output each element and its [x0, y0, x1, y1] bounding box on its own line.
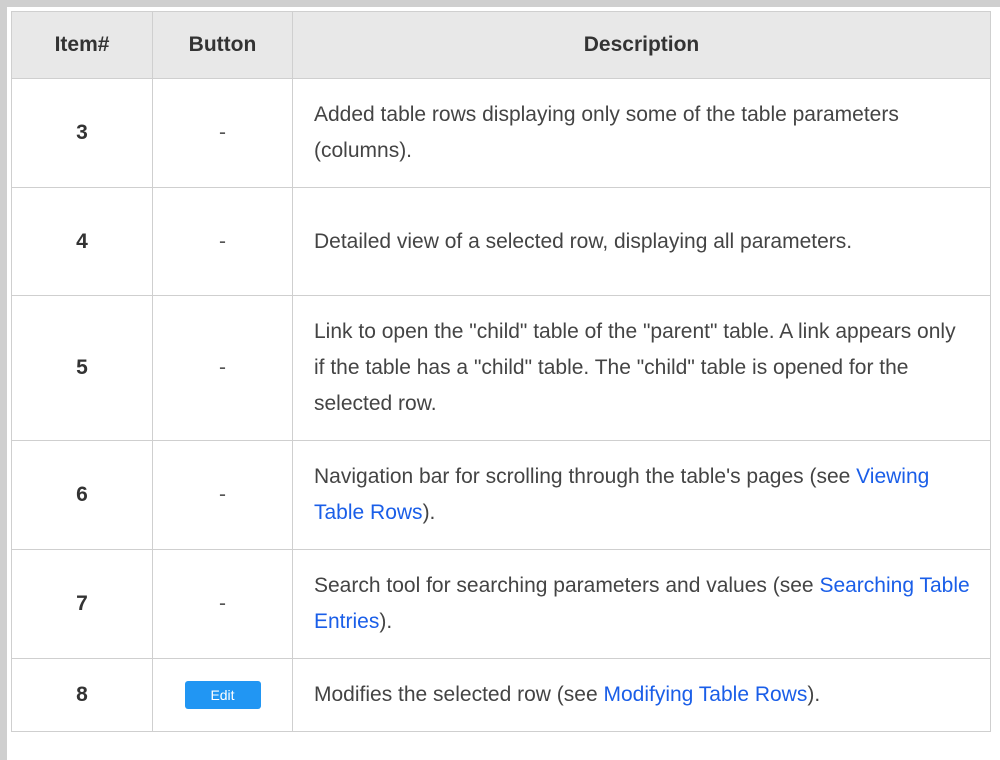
description-text-end: ). — [807, 683, 821, 706]
items-table: Item# Button Description 3 - Added table… — [11, 11, 991, 732]
button-cell: - — [152, 78, 293, 188]
table-row: 8 Edit Modifies the selected row (see Mo… — [11, 658, 991, 732]
description-text: Modifies the selected row (see — [314, 683, 604, 706]
item-number: 7 — [11, 549, 153, 659]
table-row: 4 - Detailed view of a selected row, dis… — [11, 187, 991, 296]
header-item: Item# — [11, 11, 153, 79]
description-cell: Search tool for searching parameters and… — [292, 549, 991, 659]
description-cell: Modifies the selected row (see Modifying… — [292, 658, 991, 732]
edit-button[interactable]: Edit — [184, 681, 261, 710]
header-description: Description — [292, 11, 991, 79]
table-row: 7 - Search tool for searching parameters… — [11, 549, 991, 659]
button-cell: - — [152, 440, 293, 550]
table-header-row: Item# Button Description — [11, 11, 991, 79]
description-text: Navigation bar for scrolling through the… — [314, 465, 857, 488]
description-text-end: ). — [422, 501, 436, 524]
item-number: 8 — [11, 658, 153, 732]
description-cell: Navigation bar for scrolling through the… — [292, 440, 991, 550]
description-cell: Detailed view of a selected row, display… — [292, 187, 991, 296]
modifying-table-rows-link[interactable]: Modifying Table Rows — [603, 683, 807, 706]
description-text-end: ). — [379, 610, 393, 633]
header-button: Button — [152, 11, 293, 79]
button-cell: - — [152, 549, 293, 659]
top-border — [0, 0, 1000, 7]
button-cell: - — [152, 295, 293, 441]
button-cell: Edit — [152, 658, 293, 732]
document-page: Item# Button Description 3 - Added table… — [0, 0, 1000, 760]
left-border — [0, 0, 7, 760]
item-number: 5 — [11, 295, 153, 441]
table-row: 6 - Navigation bar for scrolling through… — [11, 440, 991, 550]
table-row: 3 - Added table rows displaying only som… — [11, 78, 991, 188]
item-number: 6 — [11, 440, 153, 550]
item-number: 4 — [11, 187, 153, 296]
item-number: 3 — [11, 78, 153, 188]
description-cell: Added table rows displaying only some of… — [292, 78, 991, 188]
description-text: Search tool for searching parameters and… — [314, 574, 820, 597]
table-row: 5 - Link to open the "child" table of th… — [11, 295, 991, 441]
description-cell: Link to open the "child" table of the "p… — [292, 295, 991, 441]
button-cell: - — [152, 187, 293, 296]
